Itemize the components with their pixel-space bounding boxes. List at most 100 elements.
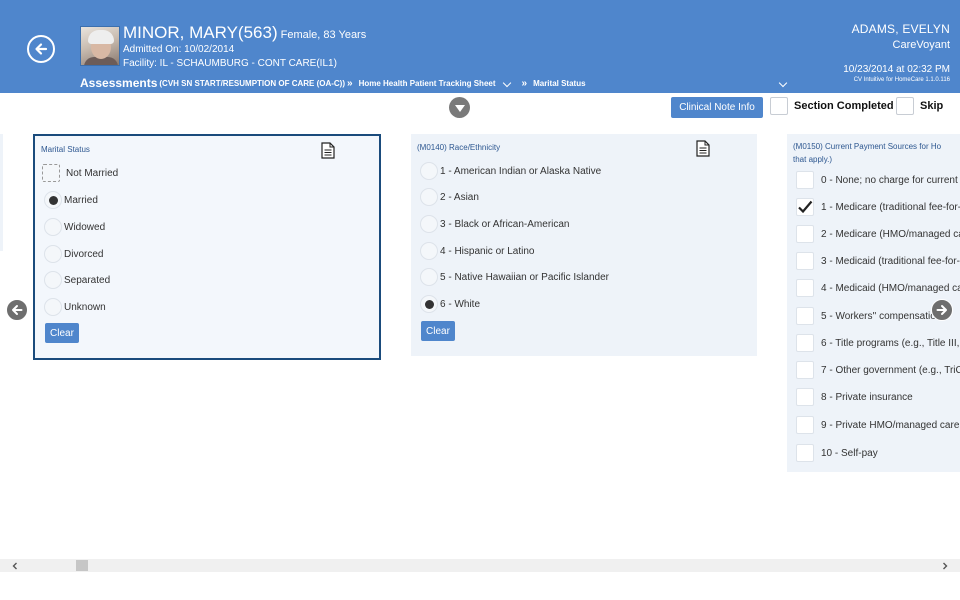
section-completed-checkbox[interactable]: [770, 97, 788, 115]
option-label: 4 - Hispanic or Latino: [440, 245, 535, 257]
marital-option-not-married[interactable]: Not Married: [42, 163, 118, 183]
option-label: 6 - Title programs (e.g., Title III,: [821, 337, 960, 349]
breadcrumb-separator-icon: »: [347, 77, 353, 89]
checkbox-checked[interactable]: [796, 198, 814, 216]
arrow-left-icon: [35, 43, 48, 55]
app-window: MINOR, MARY(563) Female, 83 Years Admitte…: [0, 0, 960, 600]
option-label: 2 - Medicare (HMO/managed ca: [821, 228, 960, 240]
breadcrumb-sheet-label: Home Health Patient Tracking Sheet: [358, 78, 496, 88]
checkbox[interactable]: [796, 225, 814, 243]
marital-status-card: Marital Status Not Married Married Widow…: [33, 134, 381, 360]
checkbox[interactable]: [796, 279, 814, 297]
payment-option-0[interactable]: 0 - None; no charge for current: [796, 170, 958, 190]
card-title: Marital Status: [41, 145, 90, 154]
radio-button[interactable]: [420, 162, 438, 180]
payment-option-5[interactable]: 5 - Workers'' compensatio: [796, 306, 936, 326]
radio-button[interactable]: [44, 245, 62, 263]
race-option-3[interactable]: 3 - Black or African-American: [420, 214, 570, 234]
scroll-right-button[interactable]: [938, 559, 952, 572]
race-option-1[interactable]: 1 - American Indian or Alaska Native: [420, 161, 601, 181]
breadcrumb-separator-icon: »: [521, 77, 528, 89]
payment-option-2[interactable]: 2 - Medicare (HMO/managed ca: [796, 224, 960, 244]
radio-button-selected[interactable]: [420, 295, 438, 313]
chevron-left-icon: [12, 562, 17, 569]
payment-option-3[interactable]: 3 - Medicaid (traditional fee-for-: [796, 251, 960, 271]
payment-option-9[interactable]: 9 - Private HMO/managed care: [796, 415, 959, 435]
horizontal-scrollbar[interactable]: [0, 559, 960, 572]
checkbox[interactable]: [796, 388, 814, 406]
radio-button-selected[interactable]: [44, 191, 62, 209]
payment-option-7[interactable]: 7 - Other government (e.g., TriC: [796, 360, 960, 380]
option-label: Not Married: [66, 167, 119, 179]
race-option-6[interactable]: 6 - White: [420, 294, 480, 314]
skip-checkbox[interactable]: [896, 97, 914, 115]
next-card-button[interactable]: [931, 299, 953, 321]
checkbox[interactable]: [796, 444, 814, 462]
facility: Facility: IL - SCHAUMBURG - CONT CARE(IL…: [123, 58, 337, 69]
race-ethnicity-card: (M0140) Race/Ethnicity 1 - American Indi…: [411, 134, 757, 356]
breadcrumb-section-label: Marital Status: [533, 78, 586, 88]
option-label: 8 - Private insurance: [821, 391, 913, 403]
marital-option-divorced[interactable]: Divorced: [44, 244, 103, 264]
radio-button[interactable]: [420, 268, 438, 286]
race-option-5[interactable]: 5 - Native Hawaiian or Pacific Islander: [420, 267, 609, 287]
back-button[interactable]: [27, 35, 55, 63]
marital-option-unknown[interactable]: Unknown: [44, 297, 106, 317]
option-label: 1 - Medicare (traditional fee-for-: [821, 201, 960, 213]
document-icon[interactable]: [321, 142, 335, 159]
previous-card-edge: [0, 134, 3, 251]
option-label: 0 - None; no charge for current: [821, 174, 958, 186]
current-datetime: 10/23/2014 at 02:32 PM: [843, 64, 950, 75]
scroll-left-button[interactable]: [8, 559, 22, 572]
document-icon[interactable]: [696, 140, 710, 157]
radio-button[interactable]: [44, 271, 62, 289]
collapse-toggle-button[interactable]: [449, 97, 470, 118]
organization-name: CareVoyant: [892, 39, 950, 51]
payment-option-6[interactable]: 6 - Title programs (e.g., Title III,: [796, 333, 959, 353]
checkbox[interactable]: [796, 307, 814, 325]
breadcrumb-assessment[interactable]: (CVH SN START/RESUMPTION OF CARE (OA-C)): [159, 79, 345, 88]
option-label: 5 - Native Hawaiian or Pacific Islander: [440, 271, 609, 283]
option-label: 2 - Asian: [440, 191, 479, 203]
checkbox[interactable]: [796, 252, 814, 270]
option-label: 5 - Workers'' compensatio: [821, 310, 936, 322]
arrow-left-icon: [12, 305, 23, 315]
marital-option-widowed[interactable]: Widowed: [44, 217, 105, 237]
checkbox[interactable]: [796, 416, 814, 434]
clinical-note-info-button[interactable]: Clinical Note Info: [671, 97, 763, 118]
breadcrumb-sheet-dropdown[interactable]: Home Health Patient Tracking Sheet: [358, 78, 518, 88]
card-title-line2: that apply.): [793, 155, 832, 164]
radio-button[interactable]: [420, 188, 438, 206]
radio-button[interactable]: [44, 218, 62, 236]
option-label: 1 - American Indian or Alaska Native: [440, 165, 602, 177]
race-option-4[interactable]: 4 - Hispanic or Latino: [420, 241, 535, 261]
previous-card-button[interactable]: [6, 299, 28, 321]
checkbox[interactable]: [796, 171, 814, 189]
user-name: ADAMS, EVELYN: [851, 22, 950, 36]
triangle-down-icon: [454, 105, 465, 112]
option-label: 6 - White: [440, 298, 481, 310]
admitted-date: Admitted On: 10/02/2014: [123, 44, 235, 55]
app-version: CV Intuitive for HomeCare 1.1.0.116: [853, 77, 950, 83]
checkbox[interactable]: [796, 361, 814, 379]
clear-button[interactable]: Clear: [421, 321, 455, 341]
payment-option-8[interactable]: 8 - Private insurance: [796, 387, 913, 407]
radio-button[interactable]: [420, 215, 438, 233]
payment-option-1[interactable]: 1 - Medicare (traditional fee-for-: [796, 197, 960, 217]
marital-option-married[interactable]: Married: [44, 190, 98, 210]
breadcrumb-section-dropdown[interactable]: Marital Status: [533, 78, 787, 88]
radio-button[interactable]: [42, 164, 60, 182]
checkbox[interactable]: [796, 334, 814, 352]
clear-button[interactable]: Clear: [45, 323, 79, 343]
payment-option-4[interactable]: 4 - Medicaid (HMO/managed ca: [796, 278, 960, 298]
race-option-2[interactable]: 2 - Asian: [420, 187, 479, 207]
arrow-right-icon: [936, 305, 947, 315]
payment-option-10[interactable]: 10 - Self-pay: [796, 443, 878, 463]
marital-option-separated[interactable]: Separated: [44, 270, 110, 290]
scrollbar-thumb[interactable]: [76, 560, 88, 571]
radio-button[interactable]: [420, 242, 438, 260]
breadcrumb-title[interactable]: Assessments: [80, 76, 157, 90]
radio-button[interactable]: [44, 298, 62, 316]
chevron-down-icon: [502, 78, 511, 87]
option-label: Divorced: [64, 248, 104, 260]
